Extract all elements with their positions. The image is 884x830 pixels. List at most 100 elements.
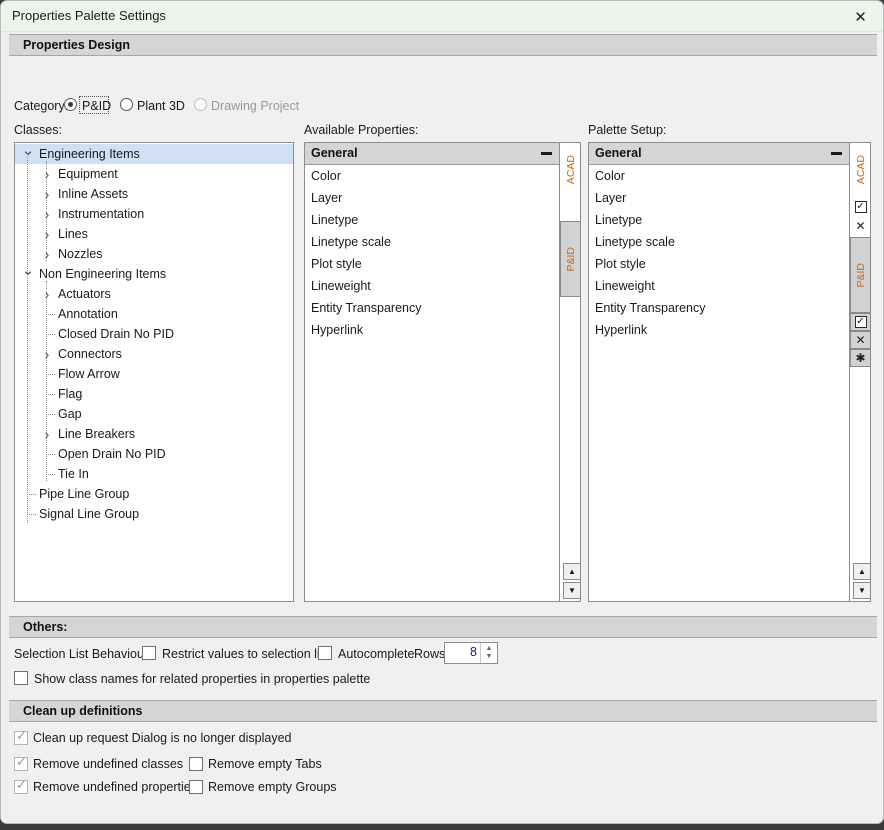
tree-item-lines[interactable]: › Lines (15, 224, 293, 244)
tree-item-nozzles[interactable]: › Nozzles (15, 244, 293, 264)
remove-undefined-classes-checkbox[interactable]: ✓ (14, 755, 28, 771)
rows-stepper-arrows[interactable]: ▲ ▼ (480, 643, 497, 663)
tree-item-flag[interactable]: Flag (15, 384, 293, 404)
autocomplete-label[interactable]: Autocomplete (338, 647, 414, 661)
tree-item-label: Tie In (58, 467, 89, 481)
checkbox-add-icon-acad[interactable]: ✓ (850, 198, 871, 216)
tree-item-equipment[interactable]: › Equipment (15, 164, 293, 184)
radio-label-pid[interactable]: P&ID (82, 99, 111, 113)
show-class-names-checkbox[interactable] (14, 671, 28, 685)
tree-item-tie-in[interactable]: Tie In (15, 464, 293, 484)
property-row[interactable]: Linetype scale (589, 231, 849, 253)
cleanup-request-dialog-label[interactable]: Clean up request Dialog is no longer dis… (33, 731, 292, 745)
property-row[interactable]: Plot style (589, 253, 849, 275)
restrict-values-label[interactable]: Restrict values to selection list (162, 647, 329, 661)
restrict-values-checkbox[interactable] (142, 646, 156, 660)
stepper-down-icon[interactable]: ▼ (486, 653, 493, 661)
radio-label-plant3d[interactable]: Plant 3D (137, 99, 185, 113)
chevron-right-icon[interactable]: › (40, 164, 54, 184)
tree-item-instrumentation[interactable]: › Instrumentation (15, 204, 293, 224)
available-properties-panel[interactable]: General Color Layer Linetype Linetype scale… (304, 142, 560, 602)
classes-tree-panel[interactable]: ⌄ Engineering Items › Equipment › Inline Asse… (14, 142, 294, 602)
chevron-down-icon[interactable]: ⌄ (21, 263, 35, 278)
tree-item-non-engineering-items[interactable]: ⌄ Non Engineering Items (15, 263, 293, 284)
property-row[interactable]: Hyperlink (305, 319, 559, 341)
property-row[interactable]: Color (305, 165, 559, 187)
tree-item-signal-line-group[interactable]: Signal Line Group (15, 504, 293, 524)
vtab-acad-available[interactable]: ACAD (560, 145, 581, 195)
tree-item-pipe-line-group[interactable]: Pipe Line Group (15, 484, 293, 504)
tree-item-closed-drain-no-pid[interactable]: Closed Drain No PID (15, 324, 293, 344)
palette-setup-group-header[interactable]: General (589, 143, 849, 165)
property-row[interactable]: Color (589, 165, 849, 187)
chevron-down-icon[interactable]: ⌄ (21, 143, 35, 158)
tree-item-label: Gap (58, 407, 82, 421)
available-properties-group-header[interactable]: General (305, 143, 559, 165)
tree-item-annotation[interactable]: Annotation (15, 304, 293, 324)
stepper-up-icon[interactable]: ▲ (486, 645, 493, 653)
property-row[interactable]: Linetype (589, 209, 849, 231)
tree-item-engineering-items[interactable]: ⌄ Engineering Items (15, 143, 293, 164)
property-row[interactable]: Hyperlink (589, 319, 849, 341)
chevron-right-icon[interactable]: › (40, 224, 54, 244)
tree-item-connectors[interactable]: › Connectors (15, 344, 293, 364)
remove-empty-tabs-label[interactable]: Remove empty Tabs (208, 757, 322, 771)
radio-pid[interactable] (64, 98, 77, 111)
remove-empty-groups-label[interactable]: Remove empty Groups (208, 780, 337, 794)
remove-undefined-properties-checkbox[interactable]: ✓ (14, 777, 28, 794)
remove-undefined-properties-label[interactable]: Remove undefined properties (33, 780, 197, 794)
tree-item-open-drain-no-pid[interactable]: Open Drain No PID (15, 444, 293, 464)
chevron-right-icon[interactable]: › (40, 184, 54, 204)
minus-icon[interactable] (541, 152, 552, 155)
tree-item-label: Inline Assets (58, 187, 129, 201)
property-row[interactable]: Entity Transparency (589, 297, 849, 319)
chevron-right-icon[interactable]: › (40, 424, 54, 444)
scroll-up-icon-available[interactable]: ▲ (563, 563, 581, 580)
property-row[interactable]: Plot style (305, 253, 559, 275)
radio-plant3d[interactable] (120, 98, 133, 111)
tree-item-flow-arrow[interactable]: Flow Arrow (15, 364, 293, 384)
tree-item-line-breakers[interactable]: › Line Breakers (15, 424, 293, 444)
tree-guide-tick (27, 514, 36, 515)
scroll-up-icon-palette[interactable]: ▲ (853, 563, 871, 580)
tree-item-inline-assets[interactable]: › Inline Assets (15, 184, 293, 204)
property-row[interactable]: Entity Transparency (305, 297, 559, 319)
vtab-pid-palette[interactable]: P&ID (850, 237, 871, 313)
property-row[interactable]: Linetype (305, 209, 559, 231)
radio-label-drawing-project: Drawing Project (211, 99, 300, 113)
autocomplete-checkbox[interactable] (318, 646, 332, 660)
remove-undefined-classes-label[interactable]: Remove undefined classes (33, 757, 183, 771)
property-row[interactable]: Lineweight (589, 275, 849, 297)
check-icon-3: ✓ (16, 777, 27, 792)
vtab-pid-available[interactable]: P&ID (560, 221, 581, 297)
available-properties-label: Available Properties: (304, 123, 419, 137)
palette-setup-panel[interactable]: General Color Layer Linetype Linetype scale… (588, 142, 850, 602)
tree-item-actuators[interactable]: › Actuators (15, 284, 293, 304)
tree-item-gap[interactable]: Gap (15, 404, 293, 424)
chevron-right-icon[interactable]: › (40, 204, 54, 224)
property-row[interactable]: Layer (305, 187, 559, 209)
checkbox-add-icon-pid[interactable]: ✓ (850, 313, 871, 331)
close-icon[interactable]: ✕ (838, 1, 883, 32)
chevron-right-icon[interactable]: › (40, 244, 54, 264)
tree-guide-root (27, 153, 28, 523)
vtab-acad-palette[interactable]: ACAD (850, 145, 871, 195)
asterisk-new-icon-pid[interactable]: ✱ (850, 349, 871, 367)
scroll-down-icon-palette[interactable]: ▼ (853, 582, 871, 599)
cleanup-request-dialog-checkbox[interactable]: ✓ (14, 729, 28, 745)
property-row[interactable]: Lineweight (305, 275, 559, 297)
show-class-names-label[interactable]: Show class names for related properties … (34, 672, 370, 686)
chevron-right-icon[interactable]: › (40, 344, 54, 364)
property-row[interactable]: Linetype scale (305, 231, 559, 253)
property-row[interactable]: Layer (589, 187, 849, 209)
rows-stepper[interactable]: 8 ▲ ▼ (444, 642, 498, 664)
scroll-down-icon-available[interactable]: ▼ (563, 582, 581, 599)
chevron-right-icon[interactable]: › (40, 284, 54, 304)
available-properties-list: Color Layer Linetype Linetype scale Plot sty… (305, 165, 559, 341)
remove-empty-tabs-checkbox[interactable] (189, 757, 203, 771)
remove-x-icon-pid[interactable]: ✕ (850, 331, 871, 349)
remove-x-icon-acad[interactable]: ✕ (850, 217, 871, 235)
minus-icon-palette[interactable] (831, 152, 842, 155)
remove-empty-groups-checkbox[interactable] (189, 780, 203, 794)
tree-item-label: Instrumentation (58, 207, 145, 221)
